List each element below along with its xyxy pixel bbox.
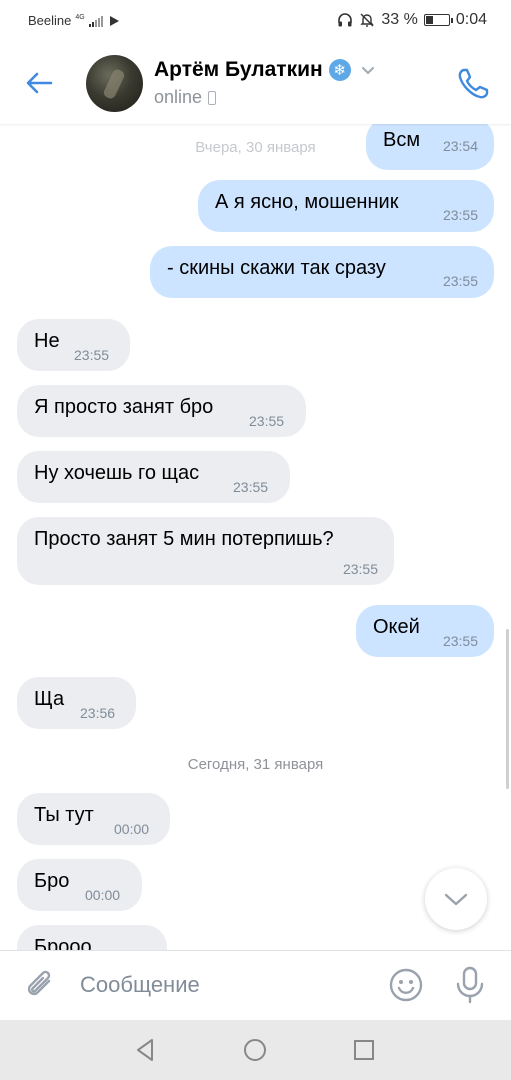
message-bubble-incoming[interactable]: Брооо bbox=[17, 925, 167, 950]
message-text: Ты тут bbox=[34, 804, 94, 826]
message-time: 23:55 bbox=[74, 347, 110, 363]
battery-percent: 33 % bbox=[381, 11, 418, 28]
back-arrow-icon[interactable] bbox=[24, 68, 54, 98]
battery-fill bbox=[425, 16, 433, 24]
online-status: online bbox=[154, 87, 217, 108]
message-time: 00:00 bbox=[85, 887, 121, 903]
emoji-icon[interactable] bbox=[388, 967, 424, 1003]
message-bubble-incoming[interactable]: Я просто занят бро 23:55 bbox=[17, 385, 306, 437]
message-bubble-incoming[interactable]: Не 23:55 bbox=[17, 319, 130, 371]
message-text: Ну хочешь го щас bbox=[34, 462, 200, 484]
chevron-down-icon bbox=[444, 893, 468, 906]
system-navigation-bar bbox=[0, 1020, 511, 1080]
message-bubble-incoming[interactable]: Ты тут 00:00 bbox=[17, 793, 170, 845]
nav-recents-icon[interactable] bbox=[350, 1036, 378, 1064]
signal-icon bbox=[88, 15, 103, 27]
message-text: Ща bbox=[34, 688, 65, 710]
chevron-down-icon bbox=[361, 67, 374, 75]
message-bubble-incoming[interactable]: Бро 00:00 bbox=[17, 859, 142, 911]
microphone-icon[interactable] bbox=[452, 965, 488, 1005]
contact-title[interactable]: Артём Булаткин ❄ bbox=[154, 58, 375, 82]
battery-icon bbox=[423, 14, 453, 26]
message-text: Всм bbox=[383, 129, 421, 151]
mobile-device-icon bbox=[208, 90, 217, 105]
composer-bar bbox=[0, 950, 511, 1021]
message-bubble-outgoing[interactable]: А я ясно, мошенник 23:55 bbox=[198, 180, 494, 232]
scroll-to-bottom-button[interactable] bbox=[425, 868, 487, 930]
nav-back-icon[interactable] bbox=[132, 1036, 160, 1064]
phone-call-icon[interactable] bbox=[455, 66, 491, 102]
chat-header: Артём Булаткин ❄ online bbox=[0, 42, 511, 124]
message-time: 23:55 bbox=[342, 561, 378, 577]
message-bubble-outgoing[interactable]: Всм 23:54 bbox=[366, 124, 494, 170]
avatar[interactable] bbox=[86, 55, 143, 112]
message-time: 23:56 bbox=[80, 705, 116, 721]
message-text: - скины скажи так сразу bbox=[167, 257, 386, 279]
message-text: Я просто занят бро bbox=[34, 396, 214, 418]
snowflake-badge-icon: ❄ bbox=[328, 59, 351, 81]
message-bubble-incoming[interactable]: Ща 23:56 bbox=[17, 677, 136, 729]
status-bar: Beeline 4G 33 % 0:04 bbox=[0, 0, 511, 42]
message-text: Не bbox=[34, 330, 60, 352]
status-bar-right: 33 % 0:04 bbox=[337, 11, 487, 29]
headphones-icon bbox=[338, 13, 353, 27]
message-list[interactable]: Вчера, 30 января Сегодня, 31 января Всм … bbox=[0, 124, 511, 950]
message-time: 23:55 bbox=[442, 633, 478, 649]
message-bubble-incoming[interactable]: Ну хочешь го щас 23:55 bbox=[17, 451, 290, 503]
message-time: 23:55 bbox=[233, 479, 269, 495]
message-text: Бро bbox=[34, 870, 70, 892]
message-bubble-incoming[interactable]: Просто занят 5 мин потерпишь? 23:55 bbox=[17, 517, 394, 585]
message-time: 23:54 bbox=[442, 138, 478, 154]
message-input[interactable] bbox=[80, 969, 370, 1001]
online-status-text: online bbox=[154, 87, 203, 107]
message-time: 23:55 bbox=[249, 413, 285, 429]
play-icon bbox=[109, 15, 119, 26]
message-text: А я ясно, мошенник bbox=[215, 191, 399, 213]
paperclip-icon[interactable] bbox=[22, 967, 58, 1003]
message-time: 23:55 bbox=[442, 273, 478, 289]
message-time: 23:55 bbox=[442, 207, 478, 223]
message-bubble-outgoing[interactable]: - скины скажи так сразу 23:55 bbox=[150, 246, 494, 298]
contact-name: Артём Булаткин bbox=[154, 58, 323, 81]
message-text: Брооо bbox=[34, 936, 92, 950]
message-text: Окей bbox=[373, 616, 420, 638]
scrollbar[interactable] bbox=[506, 629, 509, 789]
message-time: 00:00 bbox=[114, 821, 150, 837]
message-text: Просто занят 5 мин потерпишь? bbox=[34, 528, 334, 550]
date-separator: Сегодня, 31 января bbox=[187, 756, 324, 773]
carrier-name: Beeline bbox=[28, 13, 72, 28]
nav-home-icon[interactable] bbox=[241, 1036, 269, 1064]
mute-bell-icon bbox=[360, 13, 375, 27]
network-type: 4G bbox=[75, 14, 85, 21]
clock: 0:04 bbox=[455, 11, 487, 28]
status-bar-left: Beeline 4G bbox=[28, 13, 121, 28]
message-bubble-outgoing[interactable]: Окей 23:55 bbox=[356, 605, 494, 657]
